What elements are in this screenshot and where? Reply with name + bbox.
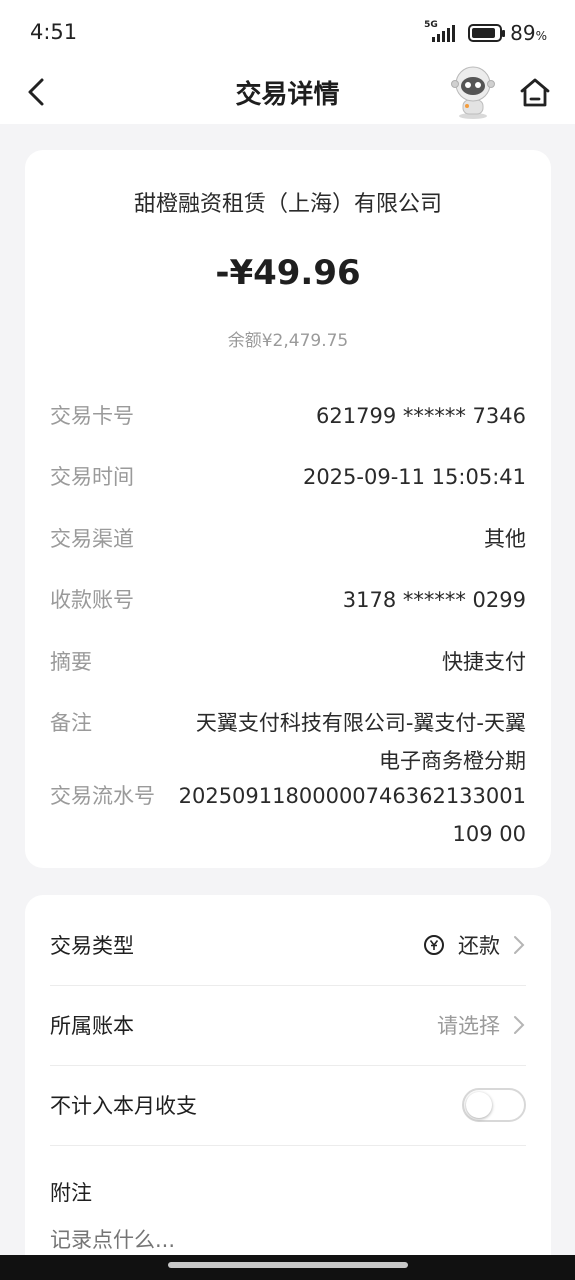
battery-icon xyxy=(468,24,506,42)
exclude-monthly-row: 不计入本月收支 xyxy=(50,1065,526,1145)
status-bar: 4:51 5G 89% xyxy=(0,0,575,60)
transaction-detail-card: 甜橙融资租赁（上海）有限公司 -¥49.96 余额¥2,479.75 交易卡号 … xyxy=(25,150,551,868)
exclude-monthly-label: 不计入本月收支 xyxy=(50,1094,197,1118)
account-book-label: 所属账本 xyxy=(50,1014,134,1038)
note-input[interactable] xyxy=(50,1228,450,1252)
home-button[interactable] xyxy=(516,74,554,112)
home-icon xyxy=(520,78,550,107)
detail-row-time: 交易时间 2025-09-11 15:05:41 xyxy=(50,458,526,496)
detail-label: 交易渠道 xyxy=(50,527,134,551)
detail-value: 2025-09-11 15:05:41 xyxy=(302,465,526,489)
detail-row-channel: 交易渠道 其他 xyxy=(50,520,526,558)
detail-label: 摘要 xyxy=(50,650,92,674)
transaction-amount: -¥49.96 xyxy=(215,253,361,293)
astronaut-mascot-icon[interactable] xyxy=(445,64,501,120)
toggle-knob xyxy=(466,1092,492,1118)
account-book-row[interactable]: 所属账本 请选择 xyxy=(50,985,526,1065)
app-header: 交易详情 xyxy=(0,60,575,124)
detail-label: 交易时间 xyxy=(50,465,134,489)
exclude-monthly-toggle[interactable] xyxy=(462,1088,526,1122)
transaction-type-row[interactable]: 交易类型 还款 xyxy=(50,905,526,985)
signal-icon: 5G xyxy=(424,20,460,44)
note-label: 附注 xyxy=(50,1181,92,1205)
detail-row-card-number: 交易卡号 621799 ****** 7346 xyxy=(50,397,526,435)
account-balance: 余额¥2,479.75 xyxy=(227,331,349,351)
detail-label: 交易流水号 xyxy=(50,784,155,808)
chevron-right-icon xyxy=(514,936,525,954)
detail-value: 其他 xyxy=(484,527,526,551)
yuan-circle-icon xyxy=(424,935,444,955)
account-book-value: 请选择 xyxy=(437,1014,500,1038)
detail-row-remark: 备注 天翼支付科技有限公司-翼支付-天翼电子商务橙分期 xyxy=(50,704,526,780)
home-indicator[interactable] xyxy=(168,1262,408,1268)
detail-label: 备注 xyxy=(50,711,92,735)
detail-row-summary: 摘要 快捷支付 xyxy=(50,643,526,681)
transaction-type-label: 交易类型 xyxy=(50,934,134,958)
detail-value: 快捷支付 xyxy=(442,650,526,674)
detail-value: 3178 ****** 0299 xyxy=(342,588,526,612)
battery-percent: 89% xyxy=(510,21,547,45)
detail-value: 20250911800000746362133001109 00 xyxy=(178,784,526,846)
detail-label: 收款账号 xyxy=(50,588,134,612)
detail-label: 交易卡号 xyxy=(50,404,134,428)
system-nav-bar xyxy=(0,1255,575,1280)
transaction-type-value: 还款 xyxy=(458,934,500,958)
transaction-settings-card: 交易类型 还款 所属账本 请选择 不计入本月收支 附注 xyxy=(25,895,551,1280)
status-indicators: 5G 89% xyxy=(424,20,547,45)
detail-value: 天翼支付科技有限公司-翼支付-天翼电子商务橙分期 xyxy=(195,711,526,773)
detail-value: 621799 ****** 7346 xyxy=(316,404,526,428)
detail-row-payee-account: 收款账号 3178 ****** 0299 xyxy=(50,581,526,619)
chevron-right-icon xyxy=(514,1016,525,1034)
merchant-name: 甜橙融资租赁（上海）有限公司 xyxy=(133,192,442,217)
detail-row-serial-number: 交易流水号 20250911800000746362133001109 00 xyxy=(50,777,526,853)
status-time: 4:51 xyxy=(30,20,78,44)
divider xyxy=(50,1145,526,1146)
